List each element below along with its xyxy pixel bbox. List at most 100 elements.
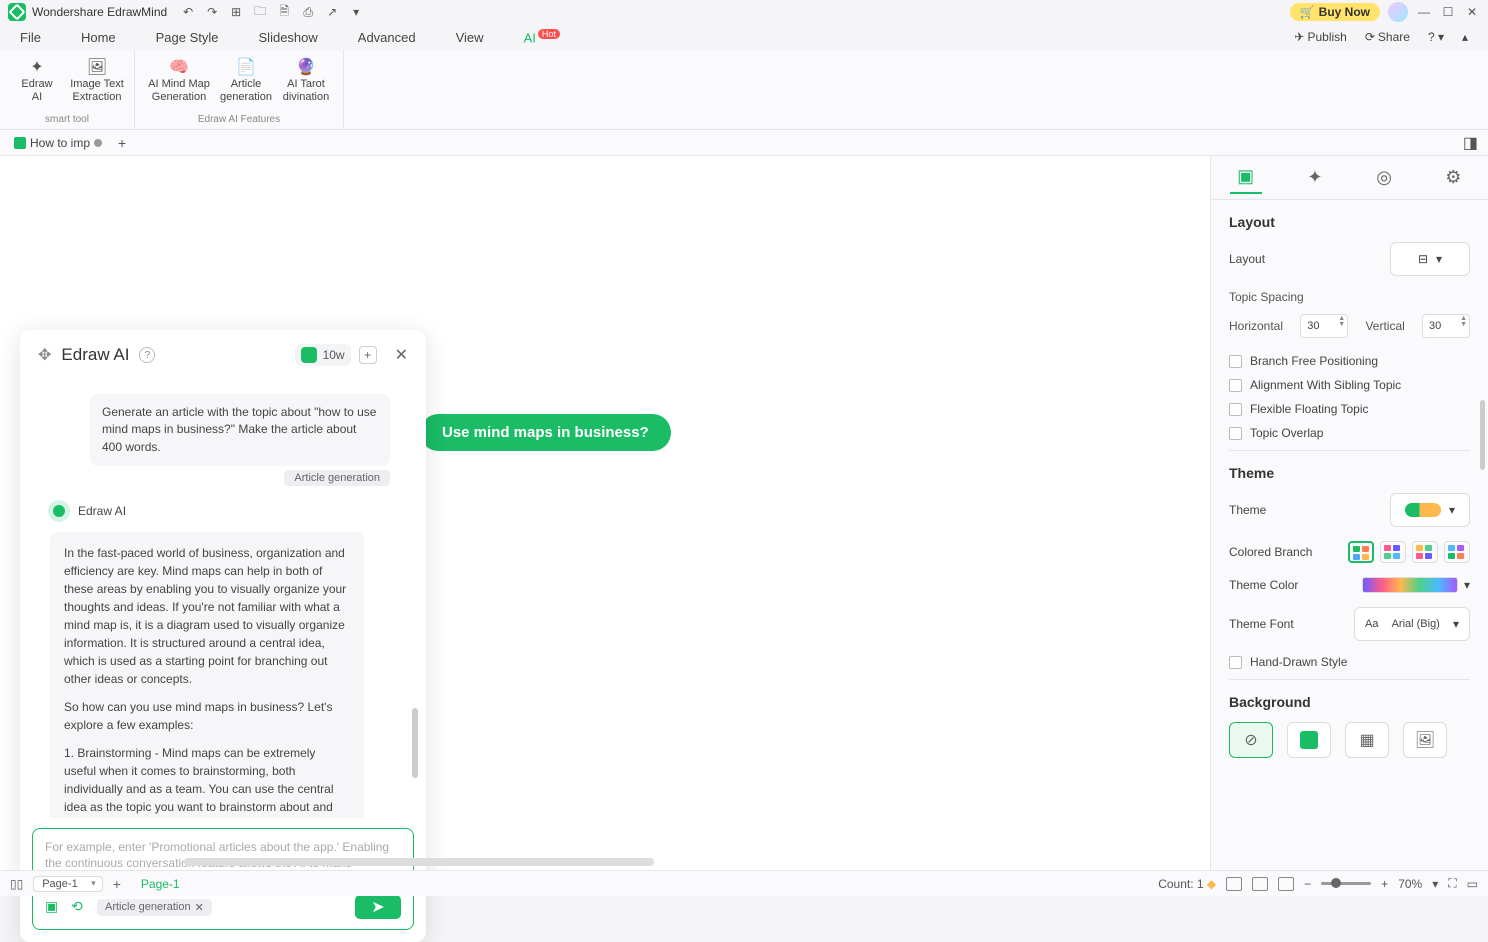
open-icon[interactable]: 🗀 [253, 5, 267, 19]
ai-scrollbar[interactable] [412, 708, 418, 778]
vertical-spinner[interactable]: 30▲▼ [1422, 314, 1470, 338]
fullscreen-button[interactable]: ⛶ [1448, 876, 1456, 891]
swatch-3[interactable] [1412, 541, 1438, 563]
zoom-slider[interactable] [1321, 882, 1371, 885]
panel-toggle-button[interactable]: ◨ [1463, 133, 1482, 153]
continuous-chat-icon[interactable]: ⟲ [71, 898, 89, 916]
rb1-l2: Extraction [73, 91, 122, 103]
token-text: 10w [323, 348, 345, 362]
canvas[interactable]: Use mind maps in business? ✥ Edraw AI ? … [0, 156, 1210, 870]
bg-none[interactable]: ⊘ [1229, 722, 1273, 758]
bg-image[interactable]: 🖼 [1403, 722, 1447, 758]
chip-close-icon[interactable]: ✕ [195, 901, 204, 914]
close-panel-button[interactable]: ✕ [395, 345, 408, 365]
check-hand-drawn[interactable]: Hand-Drawn Style [1229, 655, 1470, 669]
swatch-1[interactable] [1348, 541, 1374, 563]
zoom-value[interactable]: 70% [1398, 877, 1422, 891]
ai-mindmap-button[interactable]: 🧠 AI Mind MapGeneration [143, 54, 215, 104]
save-icon[interactable]: 🗎 [277, 5, 291, 19]
new-icon[interactable]: ⊞ [229, 5, 243, 19]
check-overlap[interactable]: Topic Overlap [1229, 426, 1470, 440]
view-mode-1[interactable] [1226, 877, 1242, 891]
bot-p1: In the fast-paced world of business, org… [64, 544, 350, 688]
h-value: 30 [1307, 320, 1319, 332]
fit-page-button[interactable]: ▭ [1467, 877, 1478, 891]
bot-avatar-icon [48, 500, 70, 522]
article-generation-button[interactable]: 📄 Articlegeneration [217, 54, 275, 104]
print-icon[interactable]: ⎙ [301, 5, 315, 19]
buy-now-button[interactable]: 🛒 Buy Now [1290, 3, 1380, 21]
token-balance[interactable]: 10w [295, 344, 351, 366]
swatch-4[interactable] [1444, 541, 1470, 563]
menu-view[interactable]: View [456, 30, 484, 45]
view-mode-3[interactable] [1278, 877, 1294, 891]
redo-icon[interactable]: ↷ [205, 5, 219, 19]
ribbon-group-smart-tool: ✦ EdrawAI 🖼 Image TextExtraction smart t… [0, 50, 135, 129]
theme-dropdown[interactable]: ▾ [1390, 493, 1470, 527]
swatch-2[interactable] [1380, 541, 1406, 563]
check-alignment[interactable]: Alignment With Sibling Topic [1229, 378, 1470, 392]
horizontal-spinner[interactable]: 30▲▼ [1300, 314, 1348, 338]
central-topic[interactable]: Use mind maps in business? [420, 414, 671, 451]
theme-font-dropdown[interactable]: AaArial (Big)▾ [1354, 607, 1470, 641]
bg-pattern[interactable]: ▦ [1345, 722, 1389, 758]
zoom-in-button[interactable]: + [1381, 877, 1388, 891]
app-title: Wondershare EdrawMind [32, 5, 167, 19]
menu-home[interactable]: Home [81, 30, 116, 45]
check-label-1: Alignment With Sibling Topic [1250, 378, 1401, 392]
font-prefix-icon: Aa [1365, 618, 1378, 630]
page-tab-1[interactable]: Page-1 [131, 875, 190, 893]
minimize-button[interactable]: — [1416, 4, 1432, 20]
mode-chip[interactable]: Article generation ✕ [97, 899, 212, 916]
add-tokens-button[interactable]: + [359, 346, 377, 364]
close-button[interactable]: ✕ [1464, 4, 1480, 20]
send-button[interactable]: ➤ [355, 895, 401, 919]
doc-tab-icon [14, 137, 26, 149]
user-message: Generate an article with the topic about… [90, 394, 390, 466]
canvas-horizontal-scrollbar[interactable] [184, 858, 654, 866]
zoom-dropdown-icon[interactable]: ▾ [1432, 877, 1438, 891]
tab-icons[interactable]: ◎ [1368, 162, 1400, 194]
share-button[interactable]: ⟳ Share [1365, 30, 1410, 44]
page-selector[interactable]: Page-1 [33, 876, 102, 892]
layout-dropdown[interactable]: ⊟▾ [1390, 242, 1470, 276]
maximize-button[interactable]: ☐ [1440, 4, 1456, 20]
edraw-ai-button[interactable]: ✦ EdrawAI [8, 54, 66, 104]
ai-tarot-button[interactable]: 🔮 AI Tarotdivination [277, 54, 335, 104]
tab-settings[interactable]: ⚙ [1437, 162, 1469, 194]
mindmap-icon: 🧠 [168, 58, 190, 76]
menu-ai[interactable]: AIHot [524, 29, 560, 45]
menu-file[interactable]: File [20, 30, 41, 45]
tab-style[interactable]: ✦ [1299, 162, 1331, 194]
menu-advanced[interactable]: Advanced [358, 30, 416, 45]
collapse-ribbon-button[interactable]: ▴ [1462, 30, 1468, 44]
theme-color-dropdown[interactable]: ▾ [1362, 577, 1470, 593]
export-icon[interactable]: ↗ [325, 5, 339, 19]
help-button[interactable]: ? ▾ [1428, 30, 1444, 44]
bg-solid[interactable] [1287, 722, 1331, 758]
view-mode-2[interactable] [1252, 877, 1268, 891]
tab-layout[interactable]: ▣ [1230, 162, 1262, 194]
add-tab-button[interactable]: + [118, 135, 126, 151]
insert-mindmap-icon[interactable]: ▣ [45, 898, 63, 916]
doc-tab[interactable]: How to imp [6, 134, 110, 152]
check-flexible[interactable]: Flexible Floating Topic [1229, 402, 1470, 416]
ai-help-icon[interactable]: ? [139, 347, 155, 363]
titlebar: Wondershare EdrawMind ↶ ↷ ⊞ 🗀 🗎 ⎙ ↗ ▾ 🛒 … [0, 0, 1488, 24]
zoom-out-button[interactable]: − [1304, 877, 1311, 891]
outline-toggle-icon[interactable]: ▯▯ [10, 877, 23, 891]
layout-label: Layout [1229, 252, 1265, 266]
unsaved-dot-icon [94, 139, 102, 147]
undo-icon[interactable]: ↶ [181, 5, 195, 19]
menu-page-style[interactable]: Page Style [156, 30, 219, 45]
group2-label: Edraw AI Features [198, 114, 280, 127]
check-branch-free[interactable]: Branch Free Positioning [1229, 354, 1470, 368]
publish-button[interactable]: ✈ Publish [1294, 30, 1346, 44]
sidebar-scrollbar[interactable] [1480, 400, 1485, 470]
menu-slideshow[interactable]: Slideshow [259, 30, 318, 45]
add-page-button[interactable]: + [113, 876, 121, 892]
user-avatar[interactable] [1388, 2, 1408, 22]
qat-more-icon[interactable]: ▾ [349, 5, 363, 19]
image-text-extraction-button[interactable]: 🖼 Image TextExtraction [68, 54, 126, 104]
move-handle-icon[interactable]: ✥ [38, 345, 51, 365]
